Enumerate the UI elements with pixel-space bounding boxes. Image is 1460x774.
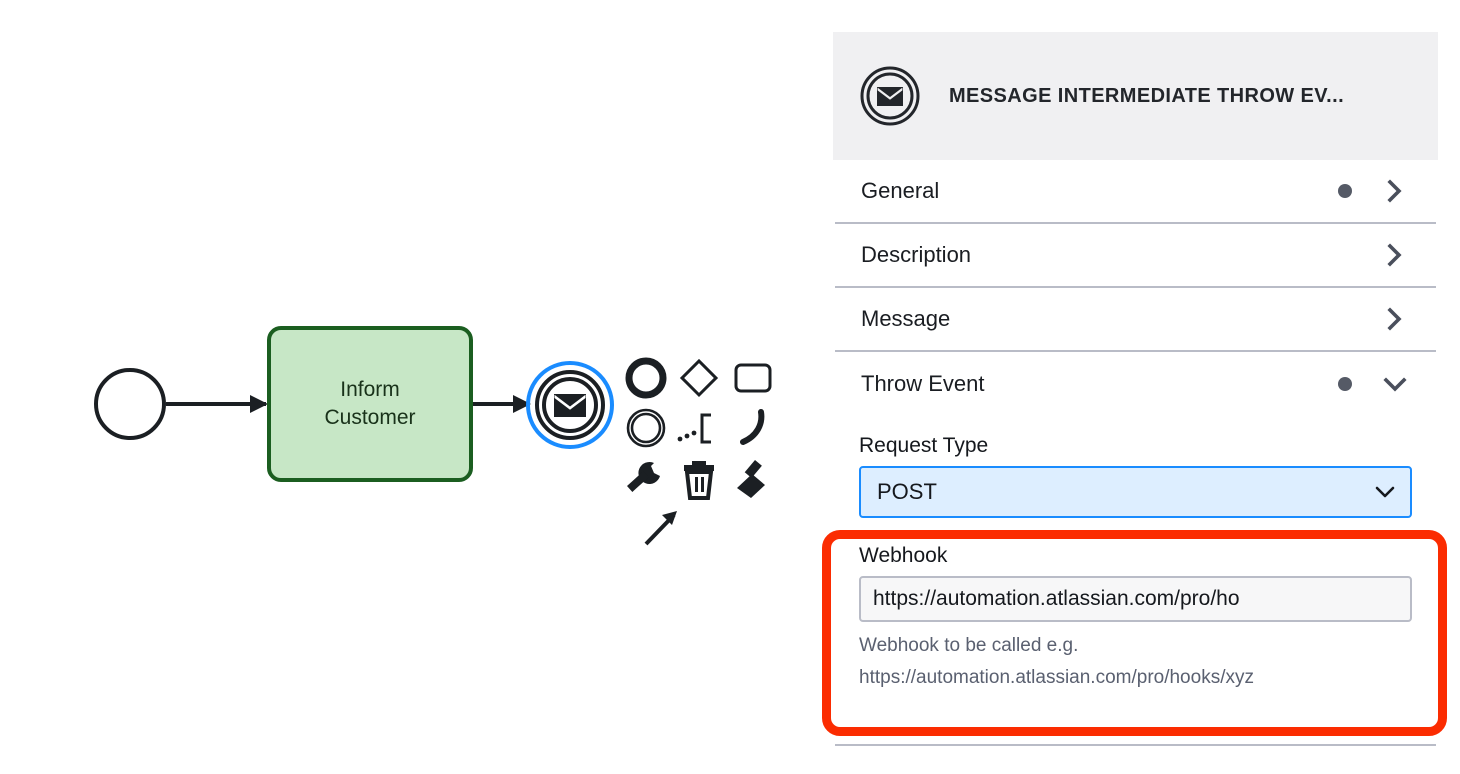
properties-panel: MESSAGE INTERMEDIATE THROW EV... General… [833,0,1460,774]
end-event-icon[interactable] [624,356,668,400]
chevron-down-icon [1375,486,1395,498]
panel-header: MESSAGE INTERMEDIATE THROW EV... [833,32,1438,160]
gateway-icon[interactable] [677,356,721,400]
section-general-dot [1338,184,1352,198]
intermediate-event-icon[interactable] [624,406,668,450]
webhook-input[interactable]: https://automation.atlassian.com/pro/ho [859,576,1412,622]
paintbrush-icon[interactable] [731,458,775,502]
bpmn-task-inform-customer[interactable]: Inform Customer [267,326,473,482]
webhook-label: Webhook [859,544,948,567]
connect-arrow-icon[interactable] [640,506,684,550]
bpmn-start-event[interactable] [94,368,166,440]
bpmn-message-intermediate-throw-event[interactable] [526,361,614,449]
text-annotation-icon[interactable] [677,406,721,450]
context-pad[interactable] [624,356,784,551]
request-type-select[interactable]: POST [859,466,1412,518]
chevron-down-icon[interactable] [1382,371,1408,397]
section-list: General Description Message Throw Event [833,160,1438,694]
section-description-label: Description [861,242,972,267]
bpmn-task-label: Inform Customer [324,377,416,429]
request-type-value: POST [877,479,937,504]
panel-bottom-divider [835,744,1436,746]
section-message-label: Message [861,306,951,331]
message-event-icon [860,66,920,126]
section-general-label: General [861,178,940,203]
wrench-icon[interactable] [624,458,668,502]
chevron-right-icon[interactable] [1382,306,1408,332]
throw-event-body: Request Type POST Webhook https://automa… [833,434,1438,694]
chevron-right-icon[interactable] [1382,242,1408,268]
envelope-icon [554,394,586,417]
webhook-help-text: Webhook to be called e.g. https://automa… [859,635,1254,688]
section-throw-event-dot [1338,377,1352,391]
section-general[interactable]: General [835,160,1436,224]
sequence-flow-arrow[interactable] [166,395,268,413]
section-throw-event-label: Throw Event [861,371,985,396]
task-icon[interactable] [731,356,775,400]
trash-icon[interactable] [677,458,721,502]
bpmn-canvas[interactable]: Inform Customer [0,0,833,774]
panel-title: MESSAGE INTERMEDIATE THROW EV... [949,84,1345,107]
request-type-label: Request Type [859,434,989,457]
section-message[interactable]: Message [835,288,1436,352]
section-description[interactable]: Description [835,224,1436,288]
chevron-right-icon[interactable] [1382,178,1408,204]
webhook-input-value: https://automation.atlassian.com/pro/ho [873,587,1240,610]
section-throw-event[interactable]: Throw Event [835,352,1436,416]
append-curved-arrow-icon[interactable] [731,406,775,450]
sequence-flow-arrow[interactable] [473,395,531,413]
